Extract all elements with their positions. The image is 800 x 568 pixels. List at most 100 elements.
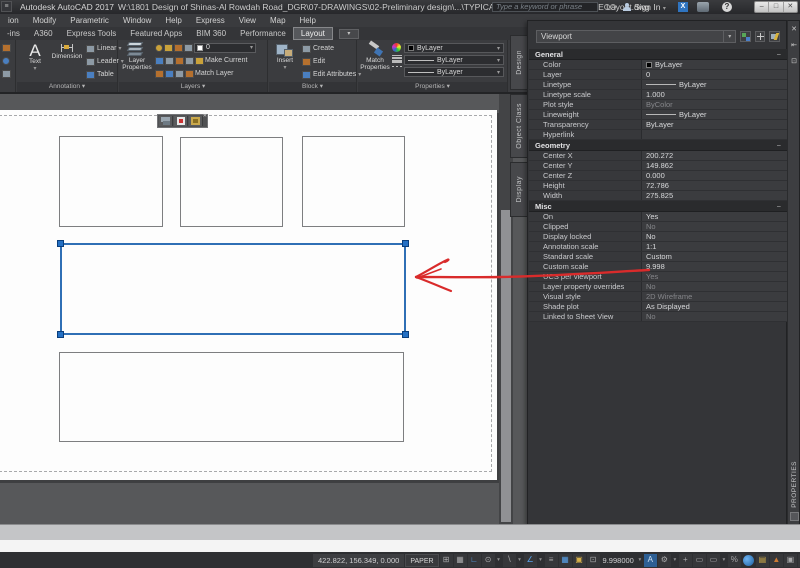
sphere-icon[interactable]	[2, 57, 10, 65]
viewport-rect-1[interactable]	[59, 136, 163, 227]
scrollbar-thumb[interactable]	[501, 210, 511, 522]
layer-off-icon[interactable]	[165, 57, 174, 65]
layer-on-icon[interactable]	[155, 44, 163, 52]
prop-row-standard-scale[interactable]: Standard scaleCustom	[529, 252, 787, 262]
isodraft-icon[interactable]: ∖	[503, 554, 516, 567]
layout-tab-strip[interactable]	[0, 524, 800, 540]
menu-item-map[interactable]: Map	[270, 16, 286, 25]
edit-block-button[interactable]: Edit	[302, 56, 325, 67]
prop-row-transparency[interactable]: TransparencyByLayer	[529, 120, 787, 130]
table-button[interactable]: Table	[86, 69, 114, 80]
section-geometry[interactable]: Geometry−	[529, 140, 787, 151]
chevron-down-icon[interactable]: ▾	[496, 557, 502, 563]
linetype-dropdown[interactable]: ByLayer ▾	[404, 67, 504, 77]
collapse-icon[interactable]: −	[777, 50, 781, 59]
color-wheel-icon[interactable]	[392, 43, 401, 52]
object-type-dropdown[interactable]: Viewport ▾	[536, 30, 736, 43]
linear-button[interactable]: Linear ▾	[86, 43, 121, 54]
layer-thaw-icon[interactable]	[164, 44, 173, 52]
marker-icon[interactable]	[2, 44, 11, 52]
select-objects-icon[interactable]	[755, 31, 766, 42]
prop-row-plot-style[interactable]: Plot styleByColor	[529, 100, 787, 110]
linetype-icon[interactable]	[392, 66, 402, 67]
collapse-icon[interactable]: −	[777, 202, 781, 211]
minimize-button[interactable]: –	[755, 2, 769, 12]
viewport-rect-selected[interactable]	[60, 243, 406, 335]
close-button[interactable]: ✕	[784, 2, 797, 12]
ribbon-tab-express-tools[interactable]: Express Tools	[60, 28, 124, 39]
infer-constraints-icon[interactable]: ⊞	[440, 554, 453, 567]
ribbon-collapse-icon[interactable]: ▾	[339, 29, 359, 39]
viewport-rect-3[interactable]	[302, 136, 405, 227]
exchange-apps-icon[interactable]: X	[678, 2, 688, 12]
menu-item-view[interactable]: View	[239, 16, 256, 25]
ortho-mode-icon[interactable]: ∟	[468, 554, 481, 567]
prop-row-layer-overrides[interactable]: Layer property overridesNo	[529, 282, 787, 292]
prop-row-color[interactable]: ColorByLayer	[529, 60, 787, 70]
trace-icon[interactable]: ▲	[770, 554, 783, 567]
palette-menu-icon[interactable]: ⊡	[789, 57, 799, 67]
prop-row-center-y[interactable]: Center Y149.862	[529, 161, 787, 171]
prop-row-layer[interactable]: Layer0	[529, 70, 787, 80]
menu-item-help-2[interactable]: Help	[300, 16, 316, 25]
layer-lock-icon[interactable]	[184, 44, 193, 52]
annotation-visibility-icon[interactable]: A	[644, 554, 657, 567]
prop-row-lineweight[interactable]: LineweightByLayer	[529, 110, 787, 120]
paper-space-button[interactable]: PAPER	[405, 554, 438, 567]
layer-select-dropdown[interactable]: 0 ▾	[194, 43, 256, 53]
ribbon-tab-featured-apps[interactable]: Featured Apps	[123, 28, 189, 39]
menu-item-express[interactable]: Express	[196, 16, 225, 25]
lock-ui-icon[interactable]: ⊡	[587, 554, 600, 567]
prop-row-linked-sheet-view[interactable]: Linked to Sheet ViewNo	[529, 312, 787, 322]
ribbon-tab-addins[interactable]: -ins	[0, 28, 27, 39]
grip-bottom-left[interactable]	[57, 331, 64, 338]
menu-item-partial[interactable]: ion	[8, 16, 19, 25]
layer-isolate-icon[interactable]	[174, 44, 183, 52]
snap-mode-icon[interactable]: ▦	[454, 554, 467, 567]
palette-tab-design[interactable]: Design	[510, 35, 527, 90]
units-icon[interactable]: ▭	[693, 554, 706, 567]
chevron-down-icon[interactable]: ▾	[721, 557, 727, 563]
layer-properties-button[interactable]: Layer Properties	[121, 42, 153, 80]
open-files-icon[interactable]: ▤	[756, 554, 769, 567]
prop-row-width[interactable]: Width275.825	[529, 191, 787, 201]
grip-bottom-right[interactable]	[402, 331, 409, 338]
quick-access-toolbar-stub[interactable]: ≡	[1, 1, 12, 12]
prop-row-custom-scale[interactable]: Custom scale9.998	[529, 262, 787, 272]
ribbon-tab-performance[interactable]: Performance	[233, 28, 293, 39]
section-general[interactable]: General−	[529, 49, 787, 60]
prop-row-center-z[interactable]: Center Z0.000	[529, 171, 787, 181]
grip-top-left[interactable]	[57, 240, 64, 247]
canvas-vertical-scrollbar[interactable]	[499, 94, 513, 524]
prop-row-linetype-scale[interactable]: Linetype scale1.000	[529, 90, 787, 100]
palette-tab-display[interactable]: Display	[510, 162, 527, 217]
restore-button[interactable]: □	[769, 2, 783, 12]
viewport-scale-button[interactable]: 9.998000	[601, 556, 636, 565]
menu-item-parametric[interactable]: Parametric	[70, 16, 109, 25]
search-input[interactable]: Type a keyword or phrase	[492, 2, 598, 12]
plot-icon[interactable]	[159, 116, 173, 126]
layer-merge-icon[interactable]	[165, 70, 174, 78]
lineweight-dropdown[interactable]: ByLayer ▾	[404, 55, 504, 65]
collapse-icon[interactable]: −	[777, 141, 781, 150]
object-snap-icon[interactable]: ∠	[524, 554, 537, 567]
match-properties-button[interactable]: Match Properties	[360, 42, 390, 80]
chevron-down-icon[interactable]: ▾	[672, 557, 678, 563]
close-icon[interactable]: ✕	[789, 25, 799, 35]
isolate-objects-icon[interactable]: %	[728, 554, 741, 567]
palette-grip-icon[interactable]	[790, 512, 799, 521]
prop-row-clipped[interactable]: ClippedNo	[529, 222, 787, 232]
prop-row-ucs-per-viewport[interactable]: UCS per viewportYes	[529, 272, 787, 282]
prop-row-shade-plot[interactable]: Shade plotAs Displayed	[529, 302, 787, 312]
chevron-down-icon[interactable]: ▾	[538, 557, 544, 563]
page-setup-icon[interactable]	[174, 116, 188, 126]
sign-in-button[interactable]: Sign In ▾	[634, 2, 666, 12]
quick-select-icon[interactable]	[769, 31, 780, 42]
viewport-rect-4[interactable]	[59, 352, 404, 442]
viewport-rect-2[interactable]	[180, 137, 283, 227]
export-layout-icon[interactable]	[189, 116, 203, 126]
layer-prev-icon[interactable]	[155, 70, 164, 78]
prop-row-center-x[interactable]: Center X200.272	[529, 151, 787, 161]
prop-row-on[interactable]: OnYes	[529, 212, 787, 222]
layer-delete-icon[interactable]	[175, 70, 184, 78]
